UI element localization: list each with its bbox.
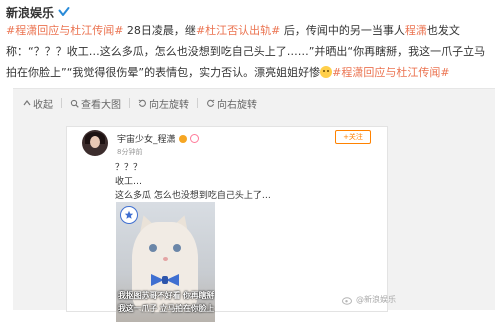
magnifier-icon (70, 99, 79, 108)
weibo-logo-icon (342, 296, 352, 305)
image-user-name: 宇宙少女_程潇 (117, 135, 176, 145)
cat-meme-photo: 我抠图苏哥不好看 你再瞎掰 我这一爪子 立马拍在你脸上 (116, 202, 215, 322)
rotate-left-icon (138, 99, 146, 107)
image-line-3: 这么多瓜 怎么也没想到吃自己头上了… (115, 191, 271, 201)
image-follow-button: +关注 (335, 130, 371, 144)
rotate-left-button[interactable]: 向左旋转 (138, 96, 189, 111)
collapse-button[interactable]: 收起 (23, 96, 53, 111)
toolbar-divider (129, 98, 130, 108)
toolbar-divider (197, 98, 198, 108)
watermark: @新浪娱乐 (342, 294, 396, 305)
arrow-up-icon (23, 100, 31, 106)
rotate-right-label: 向右旋转 (217, 99, 257, 111)
sad-face-icon (320, 66, 333, 78)
post-text-segment: 28日凌晨，继 (123, 24, 196, 37)
collapse-label: 收起 (33, 99, 53, 111)
image-line-2: 收工… (115, 177, 143, 187)
image-viewer: 收起 查看大图 向左旋转 向右旋转 宇宙少女_程潇 8分钟前 +关注 ？？？ 收 (13, 88, 495, 322)
post-header: 新浪娱乐 (6, 2, 70, 22)
post-text: #程潇回应与杜江传闻# 28日凌晨，继#杜江否认出轨# 后，传闻中的另一当事人程… (6, 20, 496, 83)
avatar (82, 130, 108, 156)
verified-badge-icon (178, 134, 187, 143)
keyword-link[interactable]: 程潇 (405, 24, 427, 37)
rotate-right-button[interactable]: 向右旋转 (206, 96, 257, 111)
meme-caption-1: 我抠图苏哥不好看 你再瞎掰 (118, 291, 215, 300)
verified-icon (58, 6, 70, 18)
post-text-segment: 后，传闻中的另一当事人 (280, 24, 405, 37)
star-icon (120, 206, 138, 224)
hashtag-link[interactable]: #杜江否认出轨# (196, 24, 280, 37)
watermark-text: @新浪娱乐 (356, 295, 396, 304)
image-post-time: 8分钟前 (117, 148, 143, 156)
rotate-right-icon (207, 99, 215, 107)
post-image[interactable]: 宇宙少女_程潇 8分钟前 +关注 ？？？ 收工… 这么多瓜 怎么也没想到吃自己头… (66, 126, 388, 322)
image-user-row: 宇宙少女_程潇 (117, 132, 199, 145)
hashtag-link[interactable]: #程潇回应与杜江传闻# (6, 24, 123, 37)
author-name[interactable]: 新浪娱乐 (6, 4, 54, 21)
view-large-label: 查看大图 (81, 99, 121, 111)
female-icon (189, 134, 199, 143)
rotate-left-label: 向左旋转 (149, 99, 189, 111)
toolbar-divider (61, 98, 62, 108)
image-toolbar: 收起 查看大图 向左旋转 向右旋转 (23, 93, 257, 113)
view-large-button[interactable]: 查看大图 (70, 96, 121, 111)
hashtag-link[interactable]: #程潇回应与杜江传闻# (332, 66, 449, 79)
image-line-1: ？？？ (115, 163, 143, 173)
